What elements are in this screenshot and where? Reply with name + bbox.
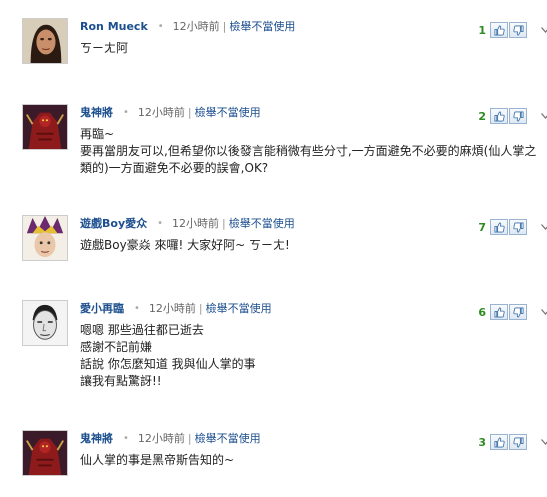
ron-mueck-avatar bbox=[23, 19, 67, 63]
vote-controls: 6 bbox=[476, 303, 547, 321]
thumbs-up-icon bbox=[494, 111, 505, 121]
avatar[interactable] bbox=[22, 215, 68, 261]
comment-line: 嗯嗯 那些過往都已逝去 bbox=[80, 323, 204, 337]
demon-avatar bbox=[23, 105, 67, 149]
chevron-down-icon bbox=[540, 113, 547, 119]
face-avatar bbox=[23, 301, 67, 345]
author-name[interactable]: Ron Mueck bbox=[80, 20, 148, 33]
chevron-down-icon bbox=[540, 439, 547, 445]
comment-line: 讓我有點驚訝!! bbox=[80, 374, 162, 388]
bullet-dot: • bbox=[123, 432, 129, 444]
vote-count: 7 bbox=[478, 220, 486, 234]
thumbs-up-icon bbox=[494, 222, 505, 232]
comment-line: 遊戲Boy豪焱 來囉! 大家好阿~ ㄎㄧㄤ! bbox=[80, 238, 290, 252]
vote-count: 3 bbox=[478, 435, 486, 449]
vote-controls: 2 bbox=[476, 107, 547, 125]
vote-controls: 7 bbox=[476, 218, 547, 236]
comment-line: 話說 你怎麼知道 我與仙人掌的事 bbox=[80, 357, 256, 371]
comment-line: 再臨~ bbox=[80, 127, 115, 141]
comment-body: 再臨~ 要再當朋友可以,但希望你以後發言能稍微有些分寸,一方面避免不必要的麻煩(… bbox=[80, 126, 546, 177]
divider: | bbox=[198, 301, 203, 315]
thumbs-up-button[interactable] bbox=[490, 219, 508, 235]
more-options-button[interactable] bbox=[539, 218, 547, 236]
author-name[interactable]: 遊戲Boy愛众 bbox=[80, 215, 147, 231]
thumbs-down-button[interactable] bbox=[509, 219, 527, 235]
vote-controls: 1 bbox=[476, 21, 547, 39]
avatar[interactable] bbox=[22, 18, 68, 64]
vote-count: 6 bbox=[478, 305, 486, 319]
demon-avatar bbox=[23, 431, 67, 475]
thumbs-up-icon bbox=[494, 25, 505, 35]
author-name[interactable]: 愛小再臨 bbox=[80, 300, 124, 316]
thumbs-up-icon bbox=[494, 437, 505, 447]
thumbs-down-icon bbox=[512, 111, 523, 121]
timestamp: 12小時前 bbox=[172, 20, 220, 33]
bullet-dot: • bbox=[134, 302, 140, 314]
timestamp: 12小時前 bbox=[148, 302, 196, 315]
comment-line: 仙人掌的事是黑帝斯告知的~ bbox=[80, 453, 235, 467]
author-name[interactable]: 鬼神將 bbox=[80, 104, 113, 120]
thumbs-up-button[interactable] bbox=[490, 304, 508, 320]
vote-count: 2 bbox=[478, 109, 486, 123]
comment-body: 仙人掌的事是黑帝斯告知的~ bbox=[80, 452, 480, 469]
avatar[interactable] bbox=[22, 104, 68, 150]
author-name[interactable]: 鬼神將 bbox=[80, 430, 113, 446]
report-link[interactable]: 檢舉不當使用 bbox=[195, 104, 261, 120]
chevron-down-icon bbox=[540, 224, 547, 230]
thumbs-down-button[interactable] bbox=[509, 434, 527, 450]
divider: | bbox=[222, 216, 226, 230]
thumbs-down-icon bbox=[512, 25, 523, 35]
timestamp: 12小時前 bbox=[172, 217, 220, 230]
more-options-button[interactable] bbox=[539, 107, 547, 125]
vote-controls: 3 bbox=[476, 433, 547, 451]
comment-body: ㄎㄧㄤ阿 bbox=[80, 40, 480, 57]
comment-meta: 愛小再臨 • 12小時前 | 檢舉不當使用 bbox=[80, 300, 272, 316]
report-link[interactable]: 檢舉不當使用 bbox=[229, 215, 295, 231]
thumbs-down-icon bbox=[512, 222, 523, 232]
thumbs-down-button[interactable] bbox=[509, 304, 527, 320]
comment-meta: Ron Mueck • 12小時前 | 檢舉不當使用 bbox=[80, 18, 295, 34]
divider: | bbox=[222, 19, 227, 33]
thumbs-down-icon bbox=[512, 437, 523, 447]
timestamp: 12小時前 bbox=[137, 432, 185, 445]
chevron-down-icon bbox=[540, 27, 547, 33]
thumbs-up-button[interactable] bbox=[490, 108, 508, 124]
divider: | bbox=[187, 431, 192, 445]
report-link[interactable]: 檢舉不當使用 bbox=[195, 430, 261, 446]
comment-line: 要再當朋友可以,但希望你以後發言能稍微有些分寸,一方面避免不必要的麻煩(仙人掌之… bbox=[80, 144, 537, 175]
bullet-dot: • bbox=[123, 106, 129, 118]
comment-meta: 鬼神將 • 12小時前 | 檢舉不當使用 bbox=[80, 104, 261, 120]
thumbs-down-button[interactable] bbox=[509, 22, 527, 38]
divider: | bbox=[187, 105, 192, 119]
more-options-button[interactable] bbox=[539, 303, 547, 321]
comment-line: ㄎㄧㄤ阿 bbox=[80, 41, 129, 55]
comment-meta: 遊戲Boy愛众 • 12小時前 | 檢舉不當使用 bbox=[80, 215, 295, 231]
avatar[interactable] bbox=[22, 300, 68, 346]
thumbs-down-button[interactable] bbox=[509, 108, 527, 124]
yugi-avatar bbox=[23, 216, 67, 260]
comment-body: 嗯嗯 那些過往都已逝去 感謝不記前嫌 話說 你怎麼知道 我與仙人掌的事 讓我有點… bbox=[80, 322, 480, 390]
comment-line: 感謝不記前嫌 bbox=[80, 340, 153, 354]
bullet-dot: • bbox=[157, 217, 164, 229]
vote-count: 1 bbox=[478, 23, 486, 37]
timestamp: 12小時前 bbox=[137, 106, 185, 119]
report-link[interactable]: 檢舉不當使用 bbox=[229, 18, 295, 34]
avatar[interactable] bbox=[22, 430, 68, 476]
bullet-dot: • bbox=[157, 20, 164, 32]
chevron-down-icon bbox=[540, 309, 547, 315]
thumbs-up-icon bbox=[494, 307, 505, 317]
thumbs-up-button[interactable] bbox=[490, 434, 508, 450]
thumbs-up-button[interactable] bbox=[490, 22, 508, 38]
comment-meta: 鬼神將 • 12小時前 | 檢舉不當使用 bbox=[80, 430, 261, 446]
thumbs-down-icon bbox=[512, 307, 523, 317]
more-options-button[interactable] bbox=[539, 21, 547, 39]
more-options-button[interactable] bbox=[539, 433, 547, 451]
comment-body: 遊戲Boy豪焱 來囉! 大家好阿~ ㄎㄧㄤ! bbox=[80, 237, 480, 254]
report-link[interactable]: 檢舉不當使用 bbox=[206, 300, 272, 316]
